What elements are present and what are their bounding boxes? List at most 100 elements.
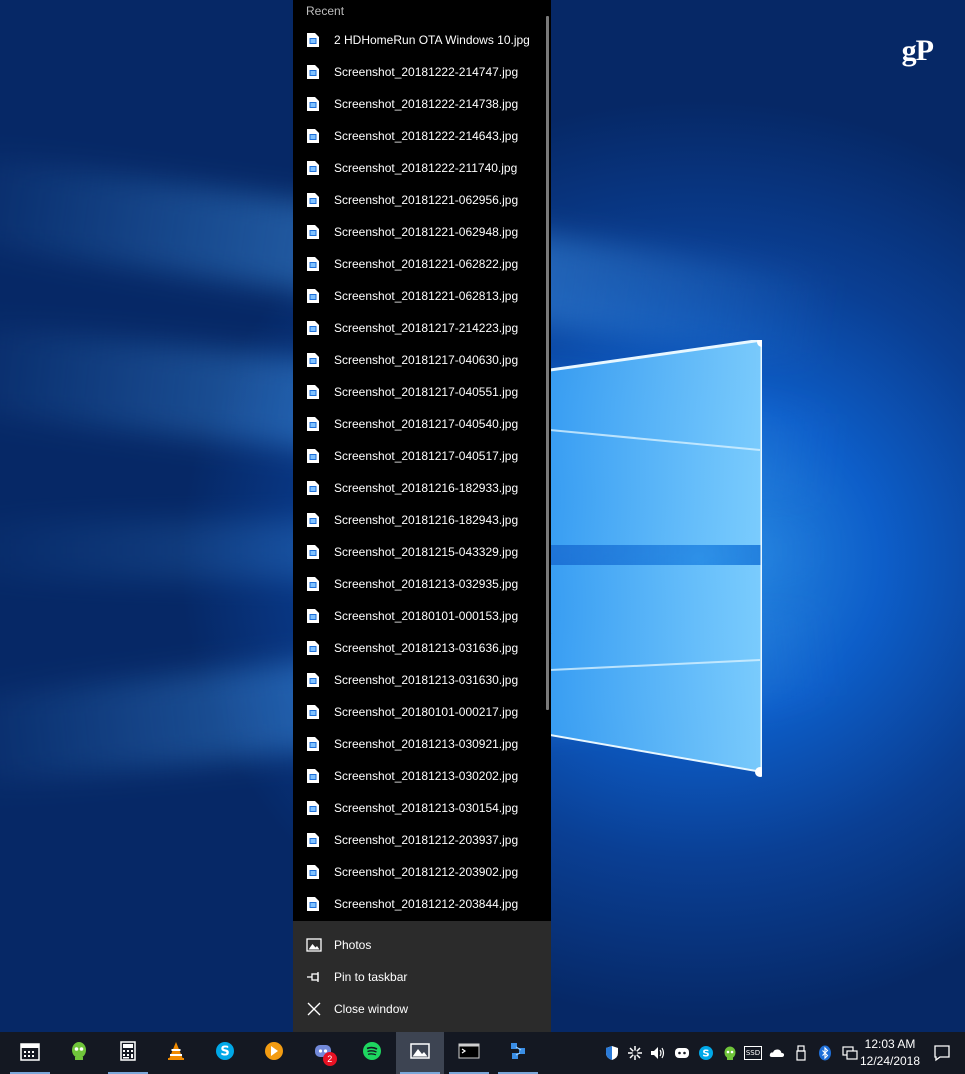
volume-icon[interactable]: [650, 1045, 666, 1061]
onedrive-icon[interactable]: [769, 1045, 785, 1061]
bluetooth-icon[interactable]: [817, 1045, 833, 1061]
recent-item-label: Screenshot_20181213-031636.jpg: [334, 641, 519, 655]
recent-item[interactable]: Screenshot_20180101-000217.jpg: [293, 696, 551, 728]
image-file-icon: [307, 833, 319, 847]
taskbar-clock[interactable]: 12:03 AM 12/24/2018: [853, 1036, 927, 1070]
image-file-icon: [307, 801, 319, 815]
pin-to-taskbar-button[interactable]: Pin to taskbar: [293, 961, 551, 993]
section-header-recent: Recent: [306, 4, 345, 18]
recent-item[interactable]: Screenshot_20181213-030154.jpg: [293, 792, 551, 824]
skype-icon: S: [214, 1040, 236, 1067]
recent-item[interactable]: Screenshot_20181217-040551.jpg: [293, 376, 551, 408]
image-file-icon: [307, 289, 319, 303]
recent-item[interactable]: 2 HDHomeRun OTA Windows 10.jpg: [293, 24, 551, 56]
recent-item-label: Screenshot_20181213-030202.jpg: [334, 769, 519, 783]
recent-item-label: Screenshot_20181217-040517.jpg: [334, 449, 519, 463]
recent-item[interactable]: Screenshot_20181213-030202.jpg: [293, 760, 551, 792]
image-file-icon: [307, 353, 319, 367]
taskbar-app-network[interactable]: [494, 1032, 542, 1074]
recent-item-label: Screenshot_20181217-040551.jpg: [334, 385, 519, 399]
image-file-icon: [307, 641, 319, 655]
recent-list: 2 HDHomeRun OTA Windows 10.jpg Screenshot…: [293, 24, 551, 920]
recent-item[interactable]: Screenshot_20181216-182943.jpg: [293, 504, 551, 536]
spotify-icon: [361, 1040, 383, 1067]
taskbar-app-vlc[interactable]: [152, 1032, 200, 1074]
recent-item[interactable]: Screenshot_20181221-062813.jpg: [293, 280, 551, 312]
taskbar-app-discord[interactable]: 2: [299, 1032, 347, 1074]
image-file-icon: [307, 129, 319, 143]
recent-item[interactable]: Screenshot_20180101-000153.jpg: [293, 600, 551, 632]
recent-item-label: Screenshot_20181221-062956.jpg: [334, 193, 519, 207]
discord-tray-icon[interactable]: [674, 1045, 690, 1061]
svg-text:S: S: [221, 1044, 230, 1059]
action-center-icon[interactable]: [933, 1044, 951, 1062]
recent-item[interactable]: Screenshot_20181222-214747.jpg: [293, 56, 551, 88]
taskbar-app-calendar[interactable]: [6, 1032, 54, 1074]
vpn-tray-icon[interactable]: [722, 1045, 738, 1061]
skype-tray-icon[interactable]: S: [698, 1045, 714, 1061]
vlc-icon: [165, 1040, 187, 1067]
image-file-icon: [307, 97, 319, 111]
sync-icon[interactable]: [627, 1045, 643, 1061]
image-file-icon: [307, 897, 319, 911]
terminal-icon: [458, 1040, 480, 1067]
calendar-icon: [19, 1040, 41, 1067]
recent-item[interactable]: Screenshot_20181217-040540.jpg: [293, 408, 551, 440]
open-photos-button[interactable]: Photos: [293, 929, 551, 961]
recent-item-label: Screenshot_20181213-031630.jpg: [334, 673, 519, 687]
recent-item[interactable]: Screenshot_20181222-214738.jpg: [293, 88, 551, 120]
taskbar-app-skype[interactable]: S: [201, 1032, 249, 1074]
recent-item[interactable]: Screenshot_20181221-062948.jpg: [293, 216, 551, 248]
recent-item[interactable]: Screenshot_20181213-032935.jpg: [293, 568, 551, 600]
taskbar: S 2 S SSD 12:03 AM 12/24/2018: [0, 1032, 965, 1074]
taskbar-app-spotify[interactable]: [348, 1032, 396, 1074]
taskbar-app-photos[interactable]: [396, 1032, 445, 1074]
taskbar-app-vpn[interactable]: [55, 1032, 103, 1074]
image-file-icon: [307, 865, 319, 879]
image-file-icon: [307, 385, 319, 399]
recent-item-label: Screenshot_20181221-062948.jpg: [334, 225, 519, 239]
image-file-icon: [307, 33, 319, 47]
task-label: Photos: [334, 938, 372, 952]
recent-item[interactable]: Screenshot_20181217-040517.jpg: [293, 440, 551, 472]
image-file-icon: [307, 577, 319, 591]
recent-item[interactable]: Screenshot_20181213-031630.jpg: [293, 664, 551, 696]
recent-item-label: Screenshot_20181217-040630.jpg: [334, 353, 519, 367]
recent-item[interactable]: Screenshot_20181221-062956.jpg: [293, 184, 551, 216]
taskbar-app-calculator[interactable]: [104, 1032, 152, 1074]
recent-item[interactable]: Screenshot_20181212-203902.jpg: [293, 856, 551, 888]
photos-icon: [409, 1040, 431, 1067]
image-file-icon: [307, 193, 319, 207]
recent-item[interactable]: Screenshot_20181216-182933.jpg: [293, 472, 551, 504]
jump-list-scrollbar[interactable]: [546, 16, 549, 710]
recent-item[interactable]: Screenshot_20181215-043329.jpg: [293, 536, 551, 568]
taskbar-app-plex[interactable]: [250, 1032, 298, 1074]
recent-item[interactable]: Screenshot_20181222-214643.jpg: [293, 120, 551, 152]
recent-item[interactable]: Screenshot_20181221-062822.jpg: [293, 248, 551, 280]
ssd-icon[interactable]: SSD: [743, 1045, 763, 1061]
recent-item[interactable]: Screenshot_20181213-031636.jpg: [293, 632, 551, 664]
recent-item[interactable]: Screenshot_20181217-214223.jpg: [293, 312, 551, 344]
plex-icon: [263, 1040, 285, 1067]
recent-item[interactable]: Screenshot_20181217-040630.jpg: [293, 344, 551, 376]
close-icon: [307, 1002, 321, 1016]
image-file-icon: [307, 161, 319, 175]
image-file-icon: [307, 737, 319, 751]
recent-item[interactable]: Screenshot_20181222-211740.jpg: [293, 152, 551, 184]
recent-item-label: Screenshot_20181213-032935.jpg: [334, 577, 519, 591]
recent-item-label: Screenshot_20181212-203902.jpg: [334, 865, 519, 879]
recent-item[interactable]: Screenshot_20181213-030921.jpg: [293, 728, 551, 760]
recent-item[interactable]: Screenshot_20181212-203844.jpg: [293, 888, 551, 920]
image-file-icon: [307, 321, 319, 335]
image-file-icon: [307, 705, 319, 719]
clock-time: 12:03 AM: [864, 1037, 916, 1051]
windows-logo-icon: [550, 340, 762, 777]
defender-icon[interactable]: [604, 1045, 620, 1061]
calculator-icon: [117, 1040, 139, 1067]
recent-item[interactable]: Screenshot_20181212-203937.jpg: [293, 824, 551, 856]
taskbar-app-terminal[interactable]: [445, 1032, 493, 1074]
close-window-button[interactable]: Close window: [293, 993, 551, 1025]
recent-item-label: Screenshot_20181221-062822.jpg: [334, 257, 519, 271]
recent-item-label: Screenshot_20181221-062813.jpg: [334, 289, 519, 303]
usb-icon[interactable]: [793, 1045, 809, 1061]
